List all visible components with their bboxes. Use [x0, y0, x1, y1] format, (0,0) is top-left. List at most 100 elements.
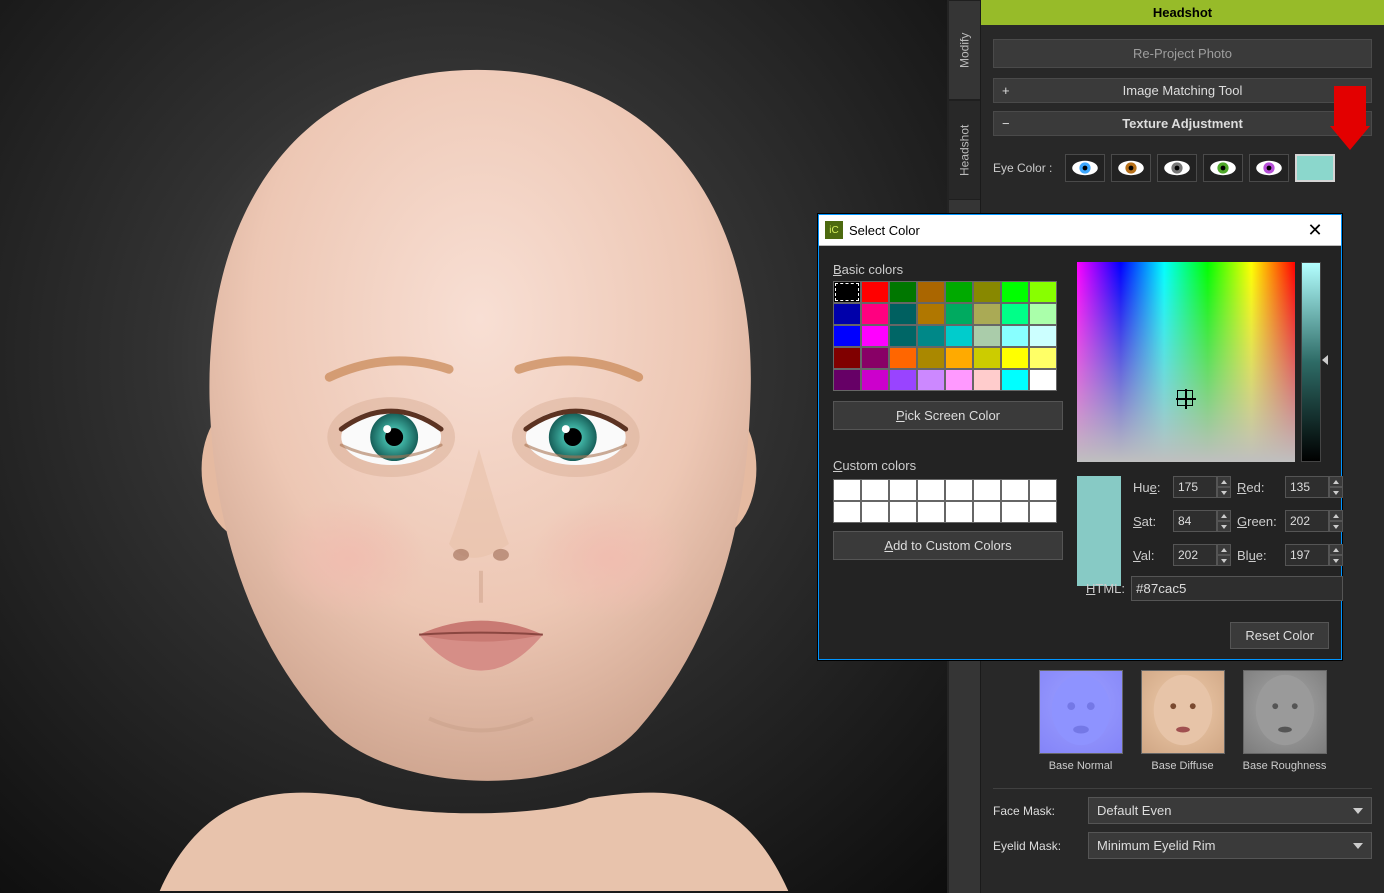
- red-input[interactable]: [1285, 476, 1343, 498]
- basic-swatch[interactable]: [1029, 325, 1057, 347]
- tex-rough[interactable]: Base Roughness: [1243, 670, 1327, 772]
- eye-color-custom[interactable]: [1295, 154, 1335, 182]
- eye-color-label: Eye Color :: [993, 161, 1059, 175]
- basic-swatch[interactable]: [861, 325, 889, 347]
- basic-swatch[interactable]: [973, 325, 1001, 347]
- face-mask-label: Face Mask:: [993, 804, 1088, 818]
- basic-swatch[interactable]: [1001, 325, 1029, 347]
- basic-swatch[interactable]: [1029, 303, 1057, 325]
- tex-normal[interactable]: Base Normal: [1039, 670, 1123, 772]
- basic-swatch[interactable]: [833, 303, 861, 325]
- basic-swatch[interactable]: [945, 281, 973, 303]
- pick-screen-color-button[interactable]: Pick Screen Color: [833, 401, 1063, 430]
- face-mask-select[interactable]: Default Even: [1088, 797, 1372, 824]
- reset-color-button[interactable]: Reset Color: [1230, 622, 1329, 649]
- basic-swatch[interactable]: [917, 281, 945, 303]
- basic-swatch[interactable]: [861, 303, 889, 325]
- collapse-icon: −: [1002, 116, 1010, 131]
- hue-label: Hue:: [1133, 480, 1167, 495]
- texture-row: Base Normal Base Diffuse Base Roughness: [993, 670, 1372, 772]
- tab-modify[interactable]: Modify: [949, 0, 980, 100]
- html-input[interactable]: [1131, 576, 1343, 601]
- custom-colors-grid[interactable]: [833, 479, 1063, 523]
- eye-color-row: Eye Color :: [993, 154, 1372, 182]
- tab-headshot[interactable]: Headshot: [949, 100, 980, 200]
- basic-swatch[interactable]: [917, 369, 945, 391]
- tex-label: Base Diffuse: [1141, 760, 1225, 772]
- section-image-matching[interactable]: + Image Matching Tool: [993, 78, 1372, 103]
- hue-input[interactable]: [1173, 476, 1231, 498]
- basic-swatch[interactable]: [889, 281, 917, 303]
- basic-swatch[interactable]: [833, 325, 861, 347]
- red-label: Red:: [1237, 480, 1279, 495]
- basic-swatch[interactable]: [973, 281, 1001, 303]
- basic-swatch[interactable]: [945, 325, 973, 347]
- tex-label: Base Roughness: [1243, 760, 1327, 772]
- basic-swatch[interactable]: [917, 325, 945, 347]
- panel-title: Headshot: [981, 0, 1384, 25]
- val-input[interactable]: [1173, 544, 1231, 566]
- basic-colors-label: Basic colors: [833, 262, 1063, 277]
- expand-icon: +: [1002, 83, 1010, 98]
- basic-swatch[interactable]: [861, 347, 889, 369]
- viewport-3d[interactable]: [0, 0, 949, 893]
- basic-swatch[interactable]: [1001, 347, 1029, 369]
- value-marker[interactable]: [1322, 355, 1328, 365]
- close-button[interactable]: ✕: [1295, 220, 1335, 241]
- basic-swatch[interactable]: [1001, 369, 1029, 391]
- eyelid-mask-select[interactable]: Minimum Eyelid Rim: [1088, 832, 1372, 859]
- basic-swatch[interactable]: [889, 325, 917, 347]
- section-label: Texture Adjustment: [1002, 116, 1363, 131]
- html-label: HTML:: [1077, 581, 1125, 596]
- sat-label: Sat:: [1133, 514, 1167, 529]
- add-custom-color-button[interactable]: Add to Custom Colors: [833, 531, 1063, 560]
- basic-swatch[interactable]: [861, 369, 889, 391]
- basic-swatch[interactable]: [917, 347, 945, 369]
- tex-diffuse[interactable]: Base Diffuse: [1141, 670, 1225, 772]
- basic-swatch[interactable]: [945, 303, 973, 325]
- basic-swatch[interactable]: [1029, 281, 1057, 303]
- basic-swatch[interactable]: [833, 347, 861, 369]
- hue-cursor[interactable]: [1177, 390, 1193, 406]
- eyelid-mask-label: Eyelid Mask:: [993, 839, 1088, 853]
- basic-swatch[interactable]: [861, 281, 889, 303]
- basic-swatch[interactable]: [1001, 281, 1029, 303]
- dialog-titlebar[interactable]: iC Select Color ✕: [819, 215, 1341, 246]
- basic-swatch[interactable]: [1001, 303, 1029, 325]
- eye-preset-2[interactable]: [1111, 154, 1151, 182]
- app-icon: iC: [825, 221, 843, 239]
- value-strip[interactable]: [1301, 262, 1321, 462]
- eye-preset-5[interactable]: [1249, 154, 1289, 182]
- dialog-title: Select Color: [849, 223, 1289, 238]
- basic-swatch[interactable]: [917, 303, 945, 325]
- basic-swatch[interactable]: [1029, 347, 1057, 369]
- color-preview: [1077, 476, 1121, 586]
- basic-swatch[interactable]: [889, 303, 917, 325]
- basic-swatch[interactable]: [833, 281, 861, 303]
- basic-colors-grid[interactable]: [833, 281, 1063, 391]
- blue-input[interactable]: [1285, 544, 1343, 566]
- green-label: Green:: [1237, 514, 1279, 529]
- eye-preset-4[interactable]: [1203, 154, 1243, 182]
- sat-input[interactable]: [1173, 510, 1231, 532]
- basic-swatch[interactable]: [889, 369, 917, 391]
- select-color-dialog: iC Select Color ✕ Basic colors Pick Scre…: [818, 214, 1342, 660]
- hue-sat-field[interactable]: [1077, 262, 1295, 462]
- green-input[interactable]: [1285, 510, 1343, 532]
- basic-swatch[interactable]: [945, 369, 973, 391]
- tex-label: Base Normal: [1039, 760, 1123, 772]
- eye-preset-1[interactable]: [1065, 154, 1105, 182]
- select-value: Default Even: [1097, 803, 1171, 818]
- reproject-photo-button[interactable]: Re-Project Photo: [993, 39, 1372, 68]
- blue-label: Blue:: [1237, 548, 1279, 563]
- basic-swatch[interactable]: [833, 369, 861, 391]
- basic-swatch[interactable]: [973, 369, 1001, 391]
- basic-swatch[interactable]: [945, 347, 973, 369]
- section-texture-adjustment[interactable]: − Texture Adjustment: [993, 111, 1372, 136]
- basic-swatch[interactable]: [973, 347, 1001, 369]
- basic-swatch[interactable]: [973, 303, 1001, 325]
- eye-preset-3[interactable]: [1157, 154, 1197, 182]
- basic-swatch[interactable]: [1029, 369, 1057, 391]
- basic-swatch[interactable]: [889, 347, 917, 369]
- custom-colors-label: Custom colors: [833, 458, 1063, 473]
